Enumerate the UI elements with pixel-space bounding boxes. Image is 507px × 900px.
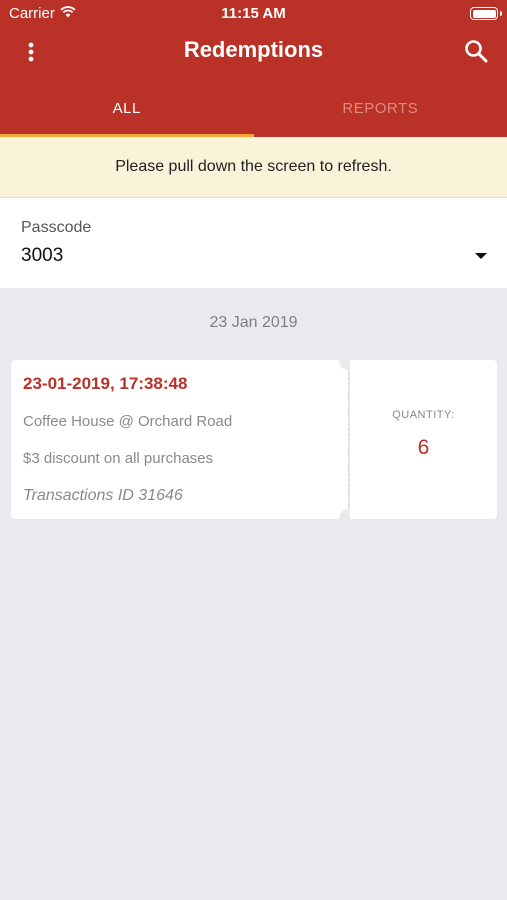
tab-all-label: ALL (112, 100, 141, 117)
tab-reports-label: REPORTS (342, 100, 419, 117)
refresh-banner: Please pull down the screen to refresh. (0, 137, 507, 198)
passcode-value: 3003 (21, 245, 64, 266)
passcode-selector[interactable]: Passcode 3003 (0, 198, 507, 288)
dropdown-arrow-icon[interactable] (475, 253, 487, 259)
page-title: Redemptions (183, 37, 324, 62)
passcode-label: Passcode (21, 219, 92, 236)
ticket-divider (348, 372, 349, 507)
app-screen: Carrier 11:15 AM Redemptions ALL REPORTS… (0, 0, 507, 900)
battery-icon (470, 7, 502, 20)
battery-level (472, 9, 496, 18)
date-section-heading: 23 Jan 2019 (209, 314, 298, 331)
tab-bar: ALL REPORTS (0, 88, 507, 137)
redemption-datetime: 23-01-2019, 17:38:48 (23, 374, 188, 393)
quantity-label: QUANTITY: (392, 409, 455, 421)
redemption-card[interactable]: 23-01-2019, 17:38:48 Coffee House @ Orch… (11, 350, 497, 529)
toolbar: Redemptions (0, 28, 507, 76)
tab-reports[interactable]: REPORTS (254, 88, 507, 137)
quantity-value: 6 (417, 436, 430, 459)
tab-all[interactable]: ALL (0, 88, 254, 137)
quantity-panel: QUANTITY: 6 (350, 360, 497, 519)
redemption-details: 23-01-2019, 17:38:48 Coffee House @ Orch… (11, 360, 348, 519)
offer-description: $3 discount on all purchases (23, 450, 214, 467)
status-time: 11:15 AM (221, 5, 286, 22)
search-icon[interactable] (459, 34, 493, 68)
outlet-name: Coffee House @ Orchard Road (23, 413, 233, 430)
refresh-banner-text: Please pull down the screen to refresh. (115, 158, 392, 175)
status-bar: Carrier 11:15 AM (0, 0, 507, 28)
transaction-id: Transactions ID 31646 (23, 487, 183, 504)
app-header: Carrier 11:15 AM Redemptions ALL REPORTS (0, 0, 507, 137)
